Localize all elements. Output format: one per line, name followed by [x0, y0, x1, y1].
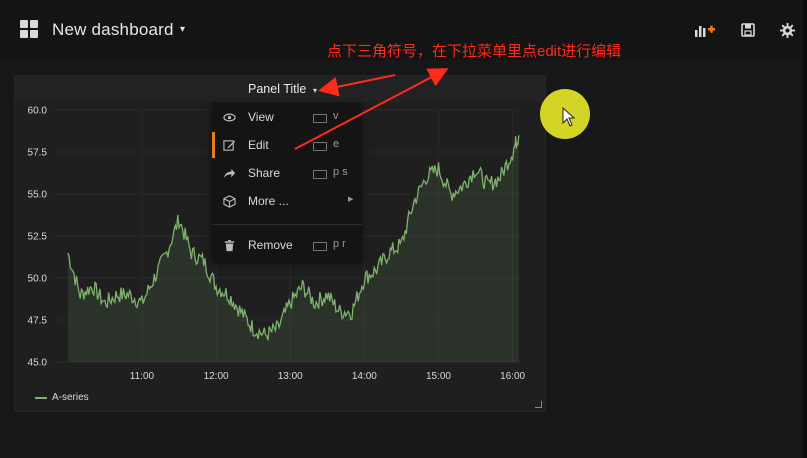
- menu-item-remove[interactable]: Remove p r: [212, 232, 362, 258]
- add-panel-button[interactable]: [688, 16, 722, 44]
- menu-item-label: View: [248, 110, 274, 124]
- menu-item-shortcut: p r: [333, 238, 346, 250]
- dashboard-title[interactable]: New dashboard: [52, 20, 174, 40]
- edit-icon: [223, 140, 236, 151]
- keyboard-icon: [313, 242, 327, 251]
- y-tick-label: 52.5: [28, 232, 48, 243]
- trash-icon: [224, 239, 235, 252]
- y-tick-label: 50.0: [28, 274, 48, 285]
- y-tick-label: 47.5: [28, 316, 48, 327]
- menu-item-shortcut: v: [333, 110, 339, 122]
- menu-item-shortcut: p s: [333, 166, 348, 178]
- share-icon: [223, 168, 236, 179]
- menu-item-label: More ...: [248, 194, 289, 208]
- dashboard-grid-icon[interactable]: [20, 20, 40, 40]
- menu-item-label: Share: [248, 166, 281, 180]
- y-tick-label: 57.5: [28, 148, 48, 159]
- dashboard-settings-button[interactable]: [770, 16, 804, 44]
- menu-item-label: Edit: [248, 138, 269, 152]
- x-tick-label: 13:00: [278, 371, 303, 382]
- settings-icon: [779, 22, 795, 38]
- panel-menu-dropdown: View v Edit e Share p s More ... ▶ Remov…: [212, 103, 362, 261]
- legend-series-label[interactable]: A-series: [52, 392, 89, 403]
- menu-item-edit[interactable]: Edit e: [212, 132, 365, 158]
- eye-icon: [223, 113, 236, 122]
- save-icon: [741, 23, 755, 37]
- menu-item-more[interactable]: More ... ▶: [212, 188, 362, 214]
- cube-icon: [223, 195, 236, 208]
- y-tick-label: 55.0: [28, 190, 48, 201]
- keyboard-icon: [313, 114, 327, 123]
- y-tick-label: 45.0: [28, 358, 48, 369]
- mouse-pointer-icon: [562, 107, 576, 127]
- x-tick-label: 14:00: [352, 371, 377, 382]
- submenu-arrow-icon: ▶: [348, 196, 354, 203]
- menu-item-shortcut: e: [333, 138, 340, 150]
- keyboard-icon: [313, 142, 327, 151]
- screen-edge: [803, 0, 807, 458]
- save-dashboard-button[interactable]: [731, 16, 765, 44]
- panel-resize-handle[interactable]: [535, 401, 542, 408]
- red-annotation-text: 点下三角符号，在下拉菜单里点edit进行编辑: [327, 43, 622, 60]
- menu-item-label: Remove: [248, 238, 293, 252]
- legend: A-series: [35, 392, 89, 403]
- menu-divider: [212, 224, 362, 225]
- add-panel-icon: [695, 25, 715, 37]
- keyboard-icon: [313, 170, 327, 179]
- x-tick-label: 16:00: [500, 371, 525, 382]
- x-tick-label: 11:00: [130, 371, 155, 382]
- y-tick-label: 60.0: [28, 106, 48, 117]
- legend-series-swatch: [35, 396, 47, 399]
- menu-item-view[interactable]: View v: [212, 104, 362, 130]
- x-tick-label: 15:00: [426, 371, 451, 382]
- dashboard-title-caret-icon[interactable]: ▾: [180, 24, 185, 35]
- menu-item-share[interactable]: Share p s: [212, 160, 362, 186]
- x-tick-label: 12:00: [204, 371, 229, 382]
